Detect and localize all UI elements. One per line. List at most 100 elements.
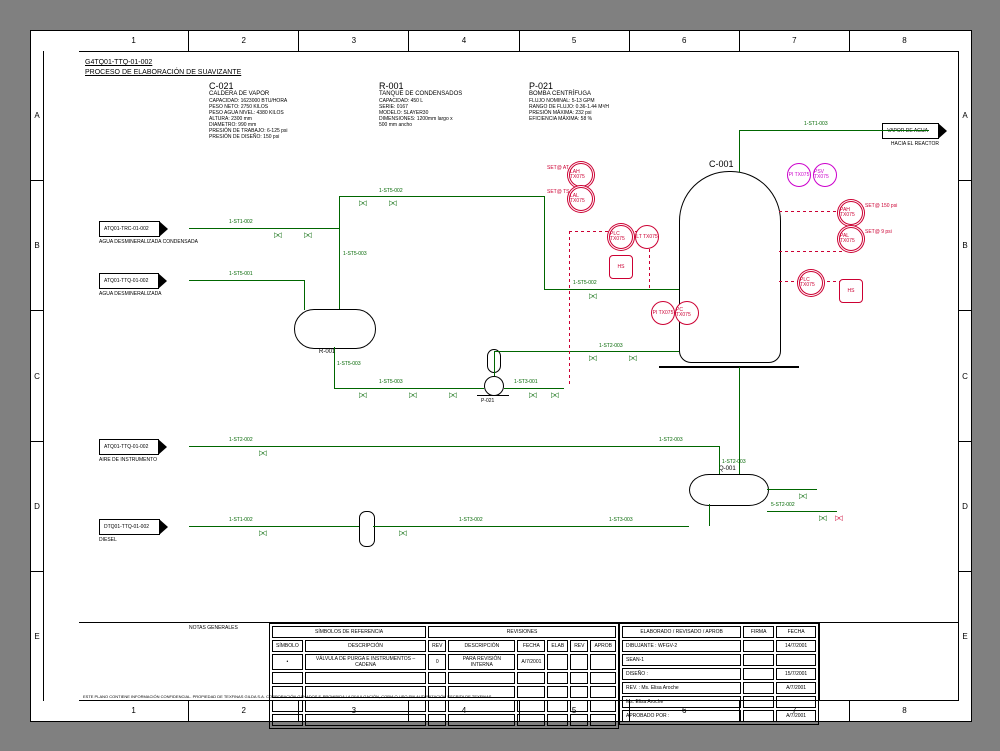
pipe <box>739 130 740 172</box>
row-label: B <box>31 181 43 311</box>
instrument-pc: PC TX075 <box>675 301 699 325</box>
row-label: D <box>959 442 971 572</box>
equip-p021-tag: P-021 <box>529 81 553 91</box>
col-header: DESCRIPCIÓN <box>448 640 515 652</box>
row-label: C <box>959 311 971 441</box>
pipe <box>767 489 817 490</box>
vessel-r001-label: R-001 <box>319 349 335 355</box>
drawing-title: PROCESO DE ELABORACIÓN DE SUAVIZANTE <box>85 69 241 76</box>
instrument-pah: PAH TX075 <box>839 201 863 225</box>
instrument-plc: PLC TX075 <box>609 225 633 249</box>
instrument-pi: PI TX075 <box>651 301 675 325</box>
instrument-pal: PAL TX075 <box>839 227 863 251</box>
appr-date: 14/7/2001 <box>776 640 816 652</box>
stream-vapor-sub: HACIA EL REACTOR <box>891 141 939 147</box>
equip-r001-tag: R-001 <box>379 81 404 91</box>
rev-header: ELABORADO / REVISADO / APROB <box>622 626 741 638</box>
instrument-lal: LAL TX075 <box>569 187 593 211</box>
vessel-r001 <box>294 309 376 349</box>
col-label: 8 <box>850 31 959 51</box>
valve-icon <box>589 347 599 355</box>
valve-icon <box>819 507 829 515</box>
pipe <box>339 196 544 197</box>
appr-val: Ms. Elisa Aroche <box>641 685 678 691</box>
pipe-aire <box>719 446 720 474</box>
valve-icon <box>274 224 284 232</box>
line-number: 1-ST2-003 <box>659 437 683 443</box>
valve-icon <box>409 384 419 392</box>
instrument-psv-mag: PSV TX075 <box>813 163 837 187</box>
valve-icon <box>359 384 369 392</box>
pipe <box>334 347 335 389</box>
cell <box>570 654 588 670</box>
valve-icon <box>529 384 539 392</box>
setpoint: SET@ AT <box>547 165 569 171</box>
col-label: 3 <box>299 31 409 51</box>
cell: 0 <box>428 654 446 670</box>
line-number: 1-ST3-002 <box>459 517 483 523</box>
appr-date: 15/7/2001 <box>776 668 816 680</box>
grid-rows-left: A B C D E <box>31 51 44 701</box>
pipe <box>189 228 339 229</box>
vessel-c001-label: C-001 <box>709 159 734 169</box>
line-number: 1-ST2-003 <box>599 343 623 349</box>
appr-val: SEAN-1 <box>626 657 644 663</box>
row-label: D <box>31 442 43 572</box>
appr-label: REV. : <box>626 685 640 691</box>
stream-diesel-tag: DTQ01-TTQ-01-002 <box>99 519 160 535</box>
pipe <box>544 289 679 290</box>
col-header: DESCRIPCIÓN <box>305 640 426 652</box>
setpoint: SET@ 9 psi <box>865 229 892 235</box>
appr-label: DIBUJANTE : <box>626 643 657 649</box>
vessel-q001 <box>689 474 769 506</box>
viewport: 1 2 3 4 5 6 7 8 1 2 3 4 5 6 7 8 A B C D … <box>0 0 1000 751</box>
col-label: 4 <box>409 31 519 51</box>
col-label: 5 <box>520 31 630 51</box>
stream-vapor-text: VAPOR DE AGUA <box>887 128 928 134</box>
pipe-diesel <box>189 526 359 527</box>
appr-val: WFGV-2 <box>658 643 677 649</box>
pipe <box>544 196 545 289</box>
instrument-hs2: HS <box>839 279 863 303</box>
instrument-lah: LAH TX075 <box>569 163 593 187</box>
valve-icon <box>259 442 269 450</box>
grid-columns-top: 1 2 3 4 5 6 7 8 <box>79 31 959 52</box>
diesel-filter <box>359 511 375 547</box>
signal-line <box>569 231 570 386</box>
grid-rows-right: A B C D E <box>958 51 971 701</box>
col-label: 7 <box>740 31 850 51</box>
stream-aire-tag: ATQ01-TTQ-01-002 <box>99 439 159 455</box>
pump-p021 <box>484 376 504 396</box>
signal-line <box>779 211 844 212</box>
line-number: 1-ST5-001 <box>229 271 253 277</box>
equip-c021-line: PRESIÓN DE DISEÑO: 150 psi <box>209 134 279 140</box>
pipe <box>339 196 340 309</box>
instrument-hs: HS <box>609 255 633 279</box>
cell <box>590 654 616 670</box>
divider <box>819 623 820 701</box>
col-header: APROB <box>590 640 616 652</box>
valve-icon <box>589 285 599 293</box>
cell: • <box>272 654 303 670</box>
line-number: 1-ST5-003 <box>343 251 367 257</box>
equip-p021-line: EFICIENCIA MÁXIMA: 58 % <box>529 116 592 122</box>
stream-aire-label: AIRE DE INSTRUMENTO <box>99 457 157 463</box>
valve-icon <box>835 507 845 515</box>
valve-icon <box>389 192 399 200</box>
col-label: 2 <box>189 31 299 51</box>
col-label: 1 <box>79 701 189 721</box>
notes-header: NOTAS GENERALES <box>189 625 238 631</box>
pipe <box>739 130 779 131</box>
pump-p021-label: P-021 <box>481 398 494 404</box>
col-label: 8 <box>850 701 959 721</box>
valve-icon <box>359 192 369 200</box>
title-block: NOTAS GENERALES SÍMBOLOS DE REFERENCIA R… <box>79 622 959 701</box>
stream-agua-tag: ATQ01-TTQ-01-002 <box>99 273 159 289</box>
line-number: 5-ST2-002 <box>771 502 795 508</box>
equip-r001-line: 500 mm ancho <box>379 122 412 128</box>
instrument-plc2: PLC TX075 <box>799 271 823 295</box>
cell: VÁLVULA DE PURGA E INSTRUMENTOS – CADENA <box>305 654 426 670</box>
drawing-area: G4TQ01-TTQ-01-002 PROCESO DE ELABORACIÓN… <box>79 51 959 701</box>
valve-icon <box>449 384 459 392</box>
valve-icon <box>259 522 269 530</box>
